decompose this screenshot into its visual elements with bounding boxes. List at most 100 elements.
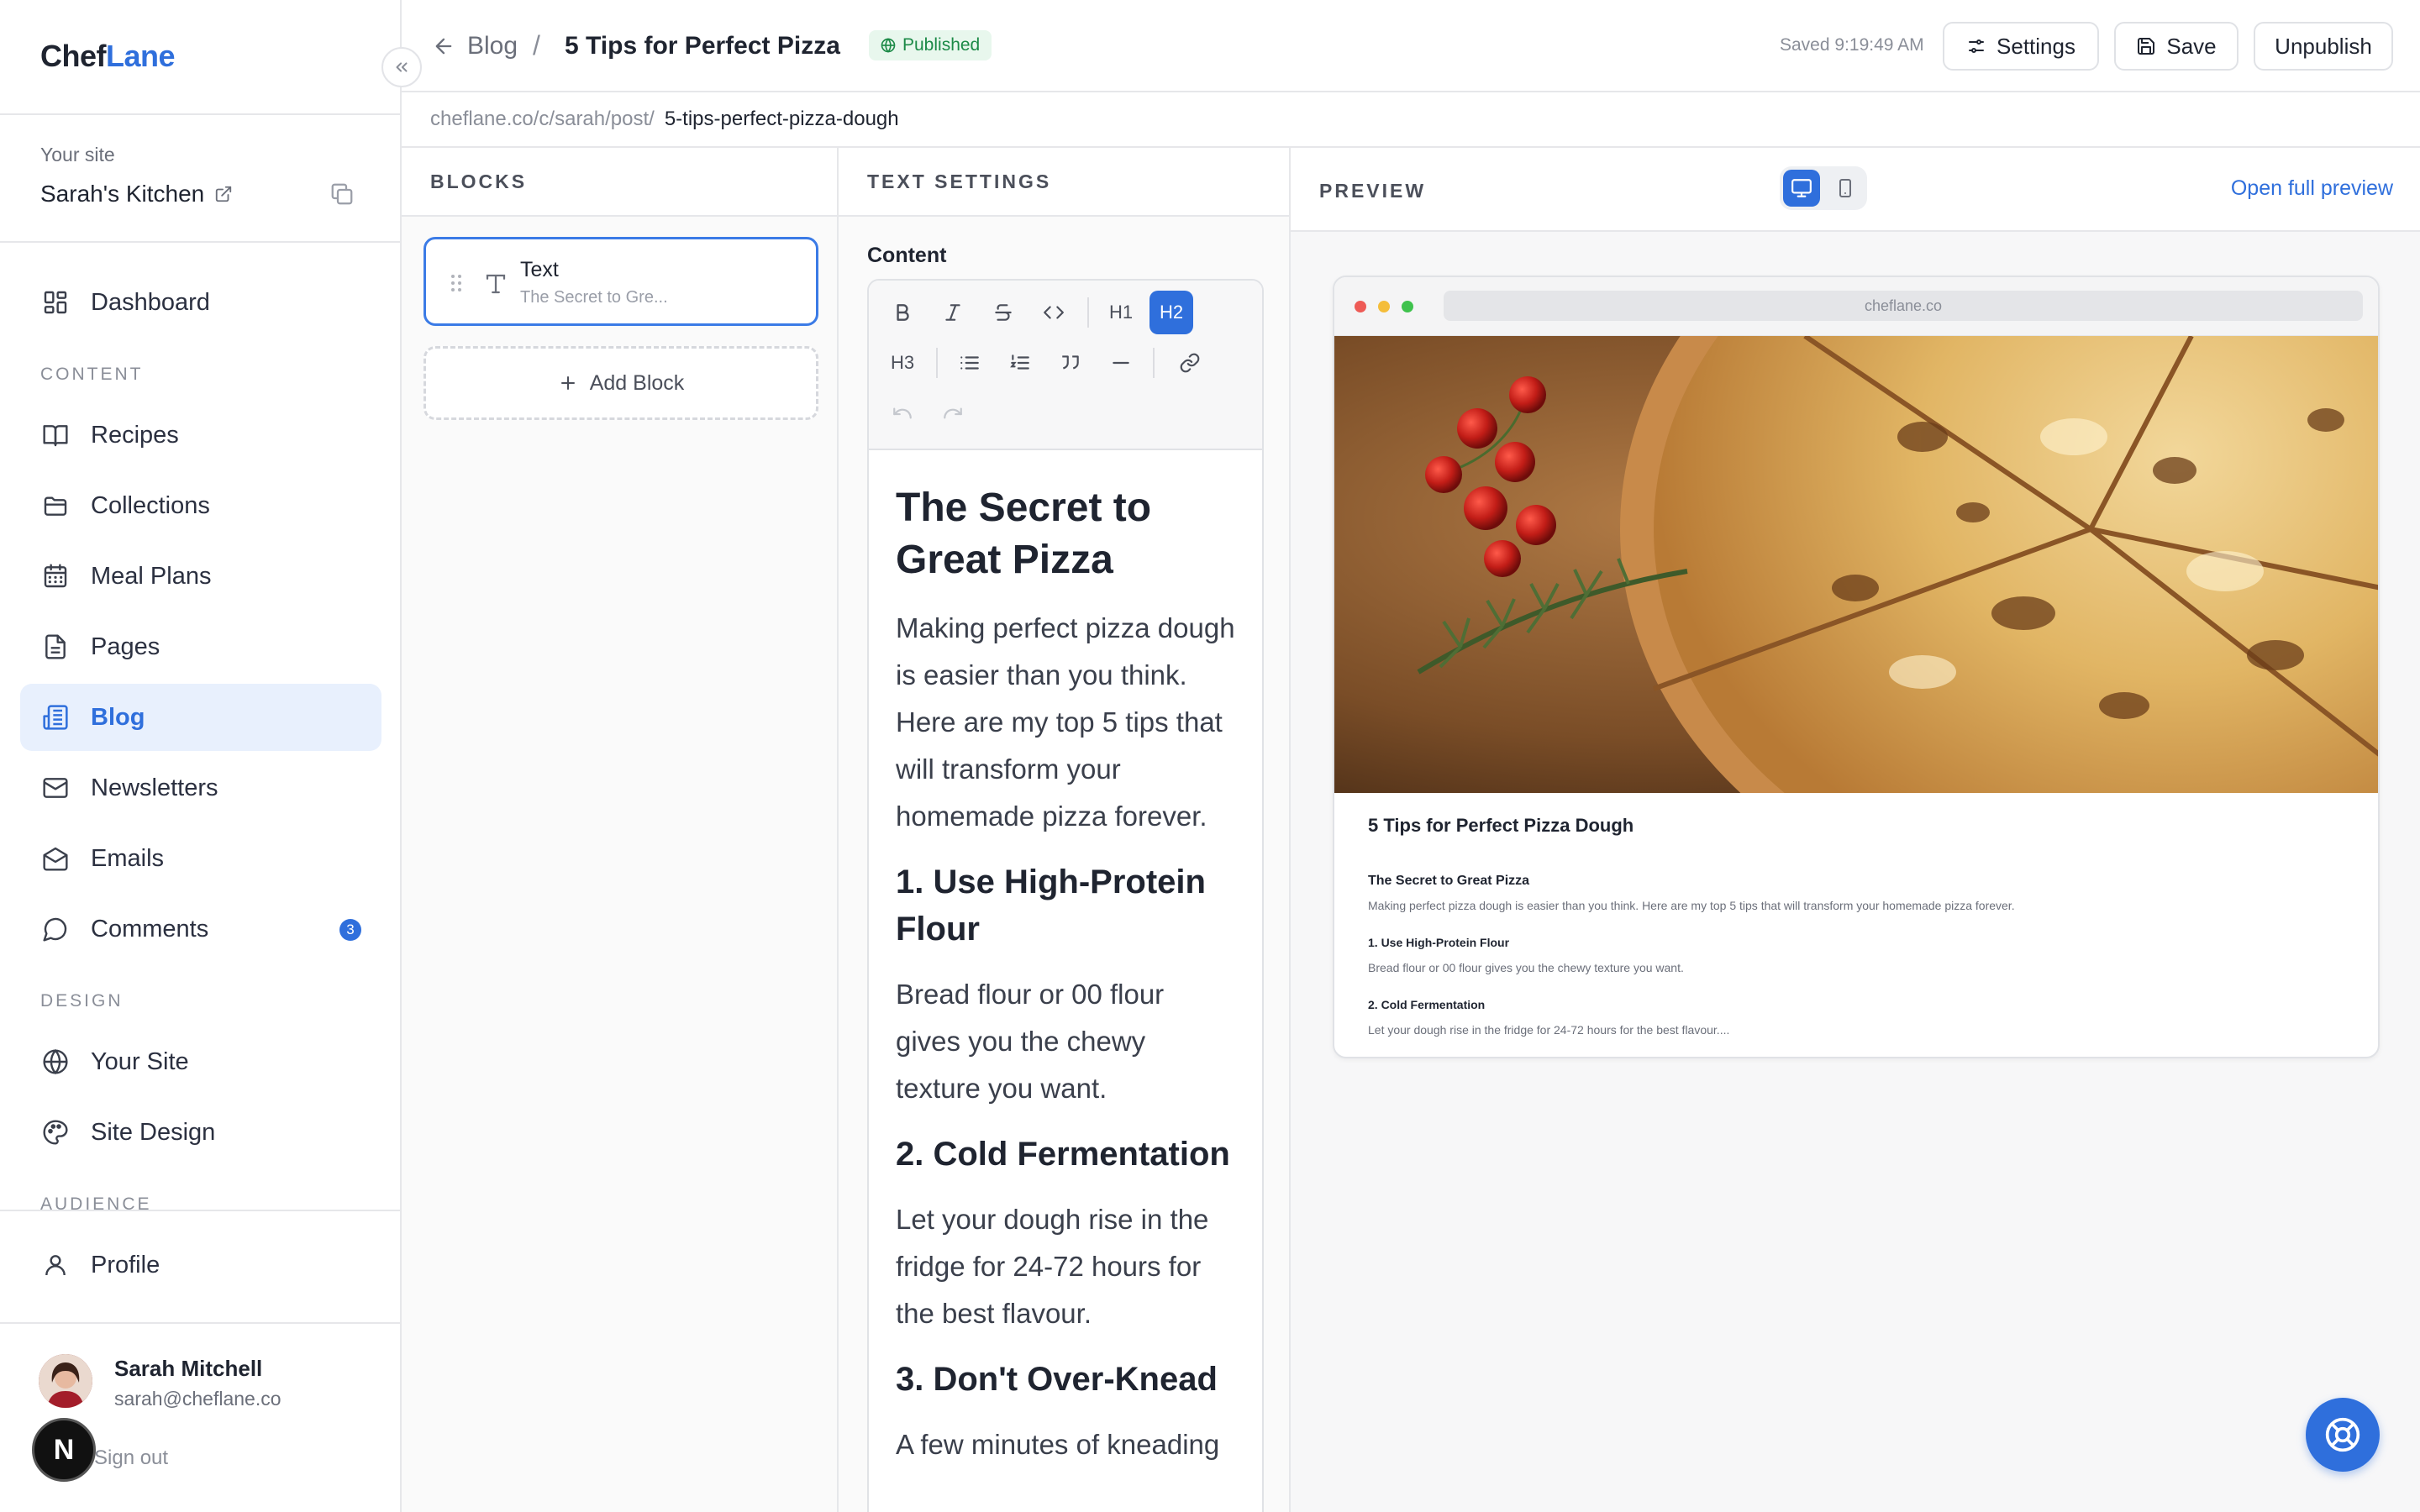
unpublish-button[interactable]: Unpublish — [2254, 22, 2393, 71]
preview-heading: 2. Cold Fermentation — [1368, 998, 1486, 1011]
sidebar-item-label: Pages — [91, 633, 160, 660]
horizontal-rule-button[interactable] — [1099, 341, 1143, 385]
url-slug[interactable]: 5-tips-perfect-pizza-dough — [665, 108, 899, 131]
preview-heading: The Secret to Great Pizza — [1368, 874, 1530, 888]
block-type-label: Text — [520, 258, 559, 281]
save-button[interactable]: Save — [2114, 22, 2238, 71]
sidebar-item-recipes[interactable]: Recipes — [20, 402, 381, 469]
code-button[interactable] — [1032, 291, 1076, 334]
editor-paragraph: Bread flour or 00 flour gives you the ch… — [896, 979, 1165, 1104]
italic-button[interactable] — [931, 291, 975, 334]
brand-logo[interactable]: ChefLane — [40, 39, 176, 74]
ordered-list-button[interactable] — [998, 341, 1042, 385]
rich-text-editor[interactable]: H1 H2 H3 The Secret to Great Pizza Makin… — [867, 279, 1264, 1512]
mail-icon — [40, 773, 71, 803]
help-button[interactable] — [2306, 1398, 2380, 1472]
quote-icon — [1062, 355, 1079, 370]
strikethrough-button[interactable] — [981, 291, 1025, 334]
sidebar-item-label: Blog — [91, 703, 145, 731]
logo-row: ChefLane — [0, 0, 400, 115]
sidebar-item-label: Comments — [91, 915, 209, 942]
block-item-text[interactable]: Text The Secret to Gre... — [424, 237, 818, 326]
nav-section-design: DESIGN — [40, 991, 124, 1011]
preview-post-title: 5 Tips for Perfect Pizza Dough — [1368, 815, 1634, 836]
undo-button[interactable] — [881, 391, 924, 435]
sidebar-item-profile[interactable]: Profile — [20, 1231, 381, 1299]
blockquote-button[interactable] — [1049, 341, 1092, 385]
preview-panel: PREVIEW Open full preview cheflane.co 5 … — [1291, 148, 2420, 1512]
settings-label: Settings — [1996, 33, 2075, 59]
editor-content[interactable]: The Secret to Great Pizza Making perfect… — [869, 450, 1262, 1468]
add-block-button[interactable]: Add Block — [424, 346, 818, 420]
heading-1-button[interactable]: H1 — [1099, 291, 1143, 334]
block-preview-text: The Secret to Gre... — [520, 288, 668, 307]
preview-paragraph: Let your dough rise in the fridge for 24… — [1368, 1023, 1730, 1037]
browser-chrome: cheflane.co — [1334, 277, 2378, 336]
sidebar-item-label: Newsletters — [91, 774, 218, 801]
ordered-list-icon — [1010, 354, 1029, 370]
sidebar-item-emails[interactable]: Emails — [20, 825, 381, 892]
post-url-bar[interactable]: cheflane.co/c/sarah/post/ 5-tips-perfect… — [402, 92, 2420, 148]
nav-section-content: CONTENT — [40, 365, 144, 384]
desktop-view-button[interactable] — [1783, 170, 1820, 207]
drag-handle-icon[interactable] — [450, 273, 463, 293]
open-full-preview-link[interactable]: Open full preview — [2231, 176, 2393, 201]
heading-3-button[interactable]: H3 — [881, 341, 924, 385]
sidebar-item-label: Profile — [91, 1251, 160, 1278]
h2-label: H2 — [1159, 302, 1184, 323]
page-title[interactable]: 5 Tips for Perfect Pizza Dough — [565, 32, 849, 60]
copy-site-url-button[interactable] — [329, 181, 355, 207]
sidebar-item-collections[interactable]: Collections — [20, 472, 381, 539]
italic-icon — [945, 304, 960, 321]
mobile-view-button[interactable] — [1827, 170, 1864, 207]
n-badge[interactable]: N — [32, 1418, 96, 1482]
sidebar-item-label: Dashboard — [91, 288, 210, 316]
globe-icon — [40, 1047, 71, 1077]
sidebar-item-comments[interactable]: Comments 3 — [20, 895, 381, 963]
external-link-icon — [216, 186, 232, 202]
site-info: Your site Sarah's Kitchen — [0, 115, 400, 243]
comments-count-badge: 3 — [339, 919, 361, 941]
sidebar-item-dashboard[interactable]: Dashboard — [20, 269, 381, 336]
preview-browser-frame: cheflane.co 5 Tips for Perfect Pizza Dou… — [1333, 276, 2380, 1058]
settings-button[interactable]: Settings — [1943, 22, 2099, 71]
bullet-list-button[interactable] — [948, 341, 992, 385]
link-button[interactable] — [1168, 341, 1212, 385]
window-minimize-dot — [1378, 301, 1390, 312]
desktop-icon — [1791, 179, 1812, 197]
heading-2-button[interactable]: H2 — [1150, 291, 1193, 334]
sidebar-item-meal-plans[interactable]: Meal Plans — [20, 543, 381, 610]
sidebar-item-label: Collections — [91, 491, 210, 519]
editor-heading: 3. Don't Over-Knead — [896, 1361, 1218, 1398]
sidebar-item-blog[interactable]: Blog — [20, 684, 381, 751]
sign-out-link[interactable]: Sign out — [94, 1446, 168, 1470]
blocks-panel-title: BLOCKS — [402, 148, 837, 217]
profile-divider — [0, 1210, 402, 1211]
page-icon — [40, 632, 71, 662]
saved-timestamp: Saved 9:19:49 AM — [1780, 35, 1924, 55]
site-name-link[interactable]: Sarah's Kitchen — [40, 181, 233, 207]
redo-button[interactable] — [931, 391, 975, 435]
mail-open-icon — [40, 843, 71, 874]
globe-icon — [881, 38, 896, 53]
status-badge: Published — [869, 30, 992, 60]
site-name: Sarah's Kitchen — [40, 181, 205, 207]
brand-part-1: Chef — [40, 39, 107, 73]
sidebar-item-label: Recipes — [91, 421, 179, 449]
sidebar-item-pages[interactable]: Pages — [20, 613, 381, 680]
editor-heading: 2. Cold Fermentation — [896, 1136, 1230, 1173]
sidebar-item-your-site[interactable]: Your Site — [20, 1028, 381, 1095]
content-label: Content — [867, 244, 947, 267]
collapse-sidebar-button[interactable] — [381, 47, 422, 87]
sidebar-item-site-design[interactable]: Site Design — [20, 1099, 381, 1166]
plus-icon — [560, 376, 575, 390]
site-label: Your site — [40, 144, 115, 165]
avatar[interactable] — [39, 1354, 92, 1408]
bold-button[interactable] — [881, 291, 924, 334]
sidebar-item-newsletters[interactable]: Newsletters — [20, 754, 381, 822]
window-close-dot — [1355, 301, 1366, 312]
back-to-blog-link[interactable]: Blog — [432, 32, 518, 60]
editor-toolbar: H1 H2 H3 — [869, 281, 1262, 450]
bold-icon — [897, 304, 909, 321]
palette-icon — [40, 1117, 71, 1147]
